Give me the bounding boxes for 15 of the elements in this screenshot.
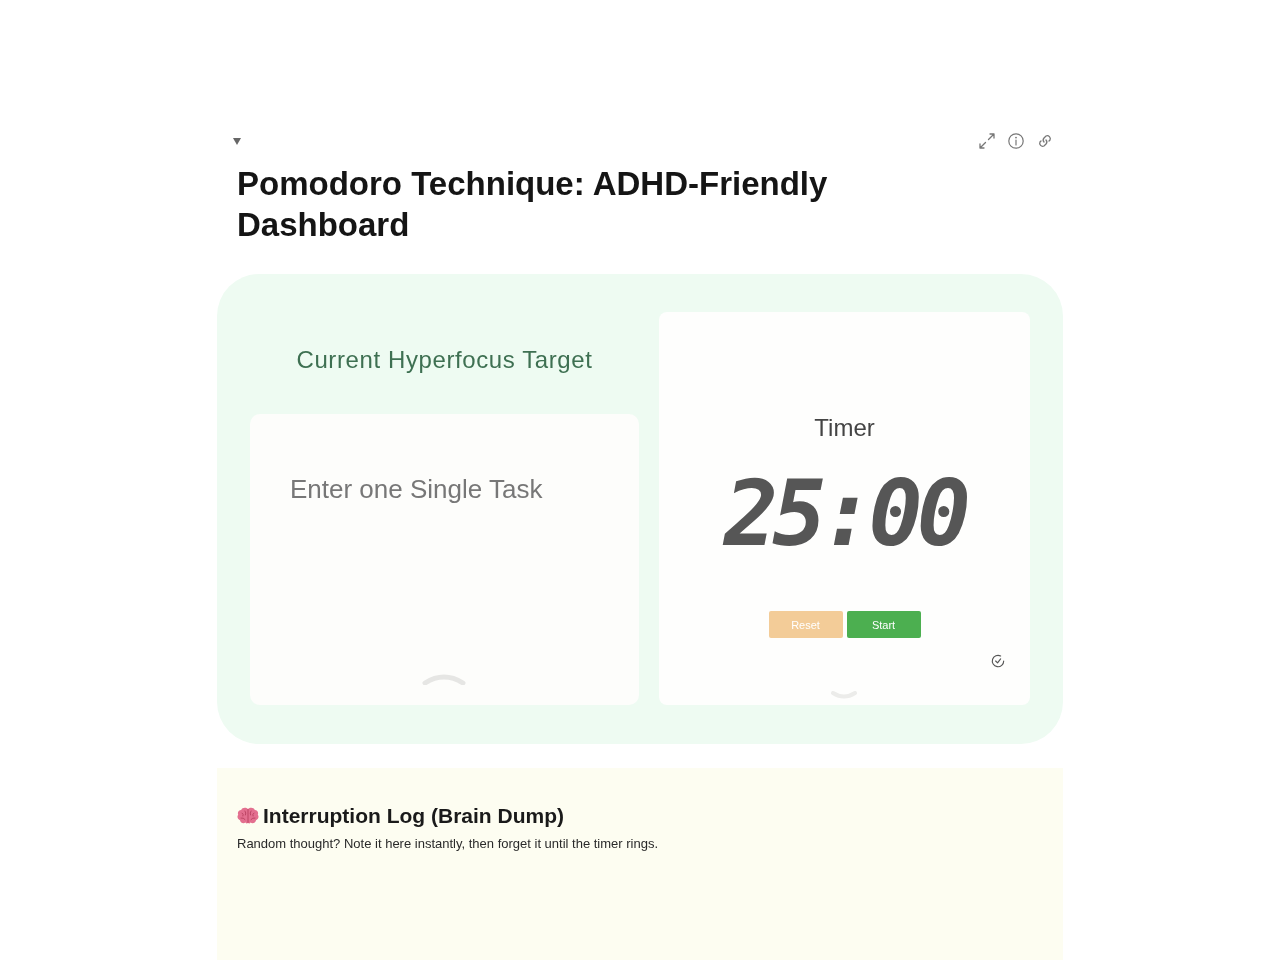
task-field[interactable]: Enter one Single Task [250, 414, 639, 705]
link-icon[interactable] [1037, 133, 1053, 149]
log-description: Random thought? Note it here instantly, then forget it until the timer rings. [237, 835, 660, 853]
caret-icon[interactable] [233, 137, 241, 145]
page-title: Pomodoro Technique: ADHD-Friendly Dashboard [237, 164, 829, 245]
log-heading: Interruption Log (Brain Dump) [263, 803, 564, 829]
reset-button[interactable]: Reset [768, 611, 843, 638]
info-icon[interactable] [1008, 133, 1024, 149]
brain-icon [237, 807, 259, 825]
expand-icon[interactable] [979, 133, 995, 149]
focus-heading: Current Hyperfocus Target [296, 345, 593, 375]
check-circle-icon[interactable] [991, 654, 1005, 668]
timer-label: Timer [814, 413, 875, 443]
start-button[interactable]: Start [846, 611, 921, 638]
timer-display: 25:00 [724, 467, 965, 561]
